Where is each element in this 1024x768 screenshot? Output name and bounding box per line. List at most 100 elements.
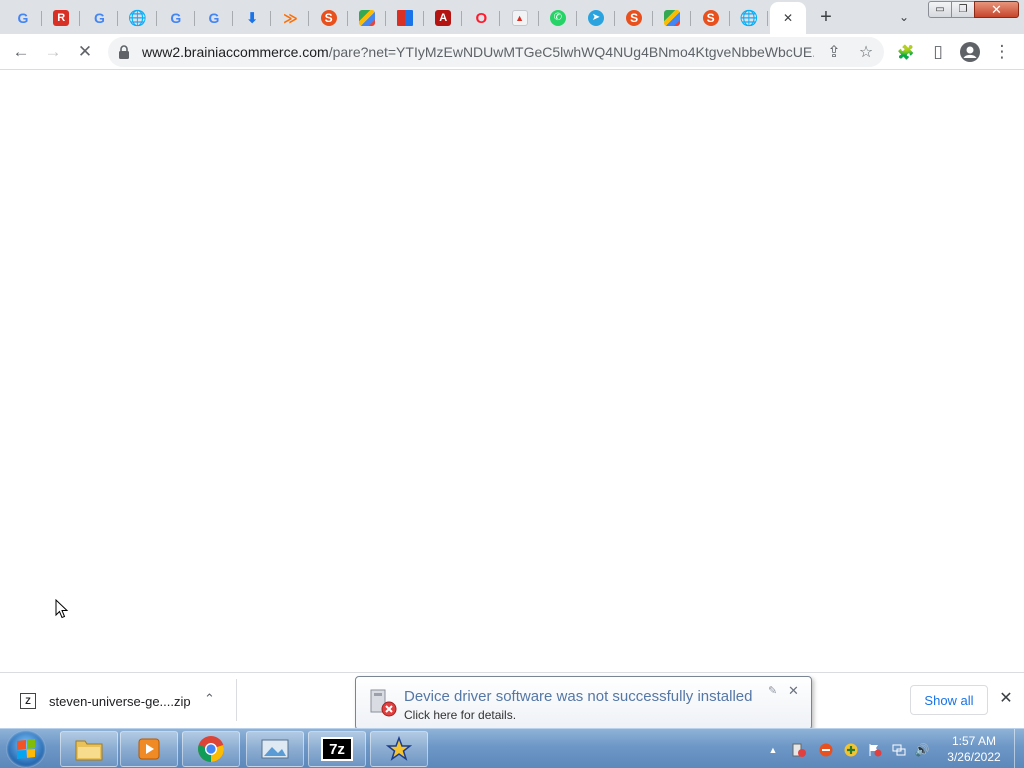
browser-tab-strip: G R G 🌐 G G ⬇ ≫ S A O ▲ ✆ ➤ S S 🌐 ✕ + ⌄ ▭ ❐ ✕	[0, 0, 1024, 34]
browser-tab[interactable]: G	[4, 2, 42, 34]
close-window-button[interactable]: ✕	[974, 1, 1019, 18]
bookmark-star-icon[interactable]: ☆	[854, 40, 878, 64]
star-app[interactable]	[370, 731, 428, 767]
lock-icon[interactable]	[118, 45, 130, 59]
browser-tab[interactable]: R	[42, 2, 81, 34]
profile-silhouette-icon	[960, 42, 980, 62]
url-path: /pare?net=YTIyMzEwNDUwMTGeC5lwhWQ4NUg4BN…	[328, 44, 814, 60]
driver-notification-balloon[interactable]: Device driver software was not successfu…	[355, 676, 812, 730]
update-tray-icon[interactable]	[843, 742, 859, 758]
photo-icon	[261, 739, 289, 759]
notification-subtitle[interactable]: Click here for details.	[404, 708, 516, 722]
system-clock[interactable]: 1:57 AM 3/26/2022	[936, 733, 1012, 765]
maximize-button[interactable]: ❐	[951, 1, 975, 18]
notification-options-icon[interactable]: ✎	[768, 684, 777, 697]
show-hidden-icons-button[interactable]: ▲	[765, 742, 781, 758]
chrome-icon	[198, 736, 224, 762]
browser-tab[interactable]: A	[424, 2, 463, 34]
network-icon[interactable]	[891, 742, 907, 758]
browser-tab[interactable]: ➤	[577, 2, 615, 34]
url-host: www2.brainiaccommerce.com	[142, 44, 329, 60]
chevron-stack-icon: ≫	[283, 10, 298, 26]
browser-tab[interactable]	[386, 2, 424, 34]
media-player-app[interactable]	[120, 731, 178, 767]
new-tab-button[interactable]: +	[812, 4, 840, 30]
s-logo-icon: S	[626, 10, 643, 26]
close-icon[interactable]: ✕	[783, 11, 793, 25]
action-center-flag-icon[interactable]	[867, 742, 883, 758]
stop-loading-button[interactable]: ✕	[72, 39, 98, 65]
active-tab[interactable]: ✕	[770, 2, 806, 34]
opera-icon: O	[475, 9, 488, 27]
browser-tab[interactable]: ✆	[539, 2, 577, 34]
telegram-icon: ➤	[588, 10, 604, 26]
close-download-shelf-button[interactable]: ✕	[996, 688, 1016, 708]
start-button[interactable]	[6, 730, 46, 768]
browser-tab[interactable]: 🌐	[730, 2, 768, 34]
volume-icon[interactable]: 🔊	[914, 742, 930, 758]
browser-tab[interactable]: G	[157, 2, 195, 34]
google-icon: G	[93, 10, 105, 26]
minimize-button[interactable]: ▭	[928, 1, 952, 18]
address-bar[interactable]: www2.brainiaccommerce.com/pare?net=YTIyM…	[108, 37, 884, 67]
share-icon[interactable]: ⇪	[822, 40, 846, 64]
s-logo-icon: S	[320, 10, 337, 26]
media-player-icon	[138, 738, 160, 760]
browser-tab[interactable]: ▲	[501, 2, 539, 34]
show-desktop-button[interactable]	[1014, 729, 1024, 768]
browser-tab[interactable]: S	[615, 2, 654, 34]
browser-tab[interactable]: ⬇	[233, 2, 272, 34]
tab-separator	[766, 11, 768, 26]
photo-viewer-app[interactable]	[246, 731, 304, 767]
browser-tab[interactable]: 🌐	[119, 2, 157, 34]
google-icon: G	[208, 10, 220, 26]
download-item[interactable]: Z steven-universe-ge....zip ⌃	[14, 685, 234, 717]
folder-icon	[75, 740, 103, 761]
browser-menu-icon[interactable]: ⋮	[989, 39, 1015, 65]
pdf-icon: A	[435, 10, 452, 26]
browser-tab[interactable]: G	[80, 2, 119, 34]
browser-tab[interactable]	[653, 2, 692, 34]
7zip-icon: 7z	[321, 737, 353, 761]
maps-icon	[358, 10, 375, 26]
page-content-blank	[0, 70, 1024, 672]
tab-search-button[interactable]: ⌄	[892, 6, 916, 28]
browser-tab[interactable]: G	[195, 2, 233, 34]
whatsapp-icon: ✆	[549, 10, 566, 26]
forward-button[interactable]: →	[40, 39, 66, 65]
browser-tab[interactable]: S	[692, 2, 730, 34]
device-error-icon	[370, 689, 397, 717]
globe-icon: 🌐	[128, 9, 147, 27]
windows-logo-icon	[17, 739, 35, 759]
back-button[interactable]: ←	[8, 39, 34, 65]
file-explorer-app[interactable]	[60, 731, 118, 767]
download-options-chevron-icon[interactable]: ⌃	[204, 691, 215, 707]
r-app-icon: R	[53, 10, 70, 26]
zip-file-icon: Z	[20, 693, 36, 709]
chrome-app[interactable]	[182, 731, 240, 767]
download-divider	[236, 679, 237, 721]
notification-close-icon[interactable]: ✕	[788, 683, 799, 699]
browser-tab[interactable]: ≫	[271, 2, 310, 34]
browser-toolbar: ← → ✕ www2.brainiaccommerce.com/pare?net…	[0, 34, 1024, 70]
clock-time: 1:57 AM	[951, 734, 997, 748]
download-icon: ⬇	[245, 9, 259, 27]
s-logo-icon: S	[702, 10, 719, 26]
7zip-app[interactable]: 7z	[308, 731, 366, 767]
image-icon: ▲	[511, 10, 528, 26]
show-all-button[interactable]: Show all	[910, 685, 988, 715]
google-icon: G	[170, 10, 182, 26]
extensions-icon[interactable]: 🧩	[893, 39, 919, 65]
side-panel-icon[interactable]: ▯	[925, 39, 951, 65]
dictionary-icon	[397, 10, 413, 26]
url-text[interactable]: www2.brainiaccommerce.com/pare?net=YTIyM…	[142, 44, 814, 60]
download-file-name: steven-universe-ge....zip	[49, 693, 191, 709]
device-error-tray-icon[interactable]	[791, 742, 807, 758]
windows-taskbar: 7z ▲ 🔊 1:57 AM 3/26/2022	[0, 728, 1024, 768]
profile-avatar-icon[interactable]	[957, 39, 983, 65]
browser-tab[interactable]: S	[310, 2, 348, 34]
security-tray-icon[interactable]	[818, 742, 834, 758]
star-icon	[386, 736, 412, 761]
browser-tab[interactable]	[348, 2, 386, 34]
browser-tab[interactable]: O	[462, 2, 501, 34]
